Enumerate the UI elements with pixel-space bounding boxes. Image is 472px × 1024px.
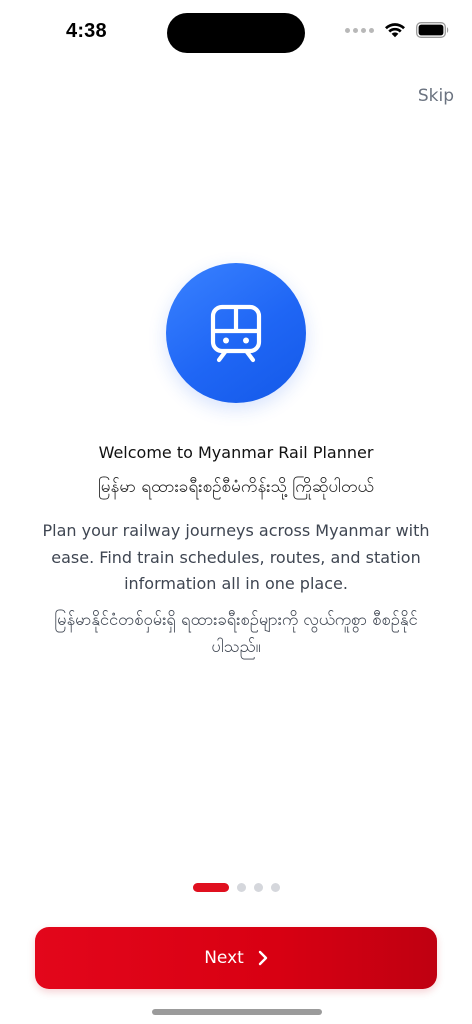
welcome-title: Welcome to Myanmar Rail Planner	[98, 443, 374, 462]
page-dot-active[interactable]	[192, 883, 229, 892]
cellular-dots-icon	[345, 27, 374, 33]
skip-button[interactable]: Skip	[418, 86, 454, 106]
dynamic-island	[167, 13, 305, 53]
next-button[interactable]: Next	[35, 927, 437, 989]
battery-icon	[416, 22, 449, 38]
home-indicator	[152, 1009, 322, 1015]
page-dot[interactable]	[270, 883, 280, 892]
onboarding-screen: 4:38 Skip Welcome to Myanmar Rail Planne	[0, 0, 472, 1024]
status-time: 4:38	[66, 20, 107, 42]
page-indicator	[0, 883, 472, 892]
status-icons	[345, 22, 450, 38]
chevron-right-icon	[258, 950, 267, 966]
next-button-label: Next	[204, 948, 244, 968]
train-icon	[210, 304, 262, 363]
welcome-title-burmese: မြန်မာ ရထားခရီးစဉ်စီမံကိန်းသို့ ကြိုဆိုပ…	[97, 477, 375, 497]
wifi-icon	[385, 23, 405, 38]
page-dot[interactable]	[253, 883, 263, 892]
description-text: Plan your railway journeys across Myanma…	[42, 521, 430, 593]
hero-train-badge	[166, 263, 306, 403]
description-text-burmese: မြန်မာနိုင်ငံတစ်ဝှမ်းရှိ ရထားခရီးစဉ်များ…	[54, 610, 418, 656]
page-dot[interactable]	[236, 883, 246, 892]
